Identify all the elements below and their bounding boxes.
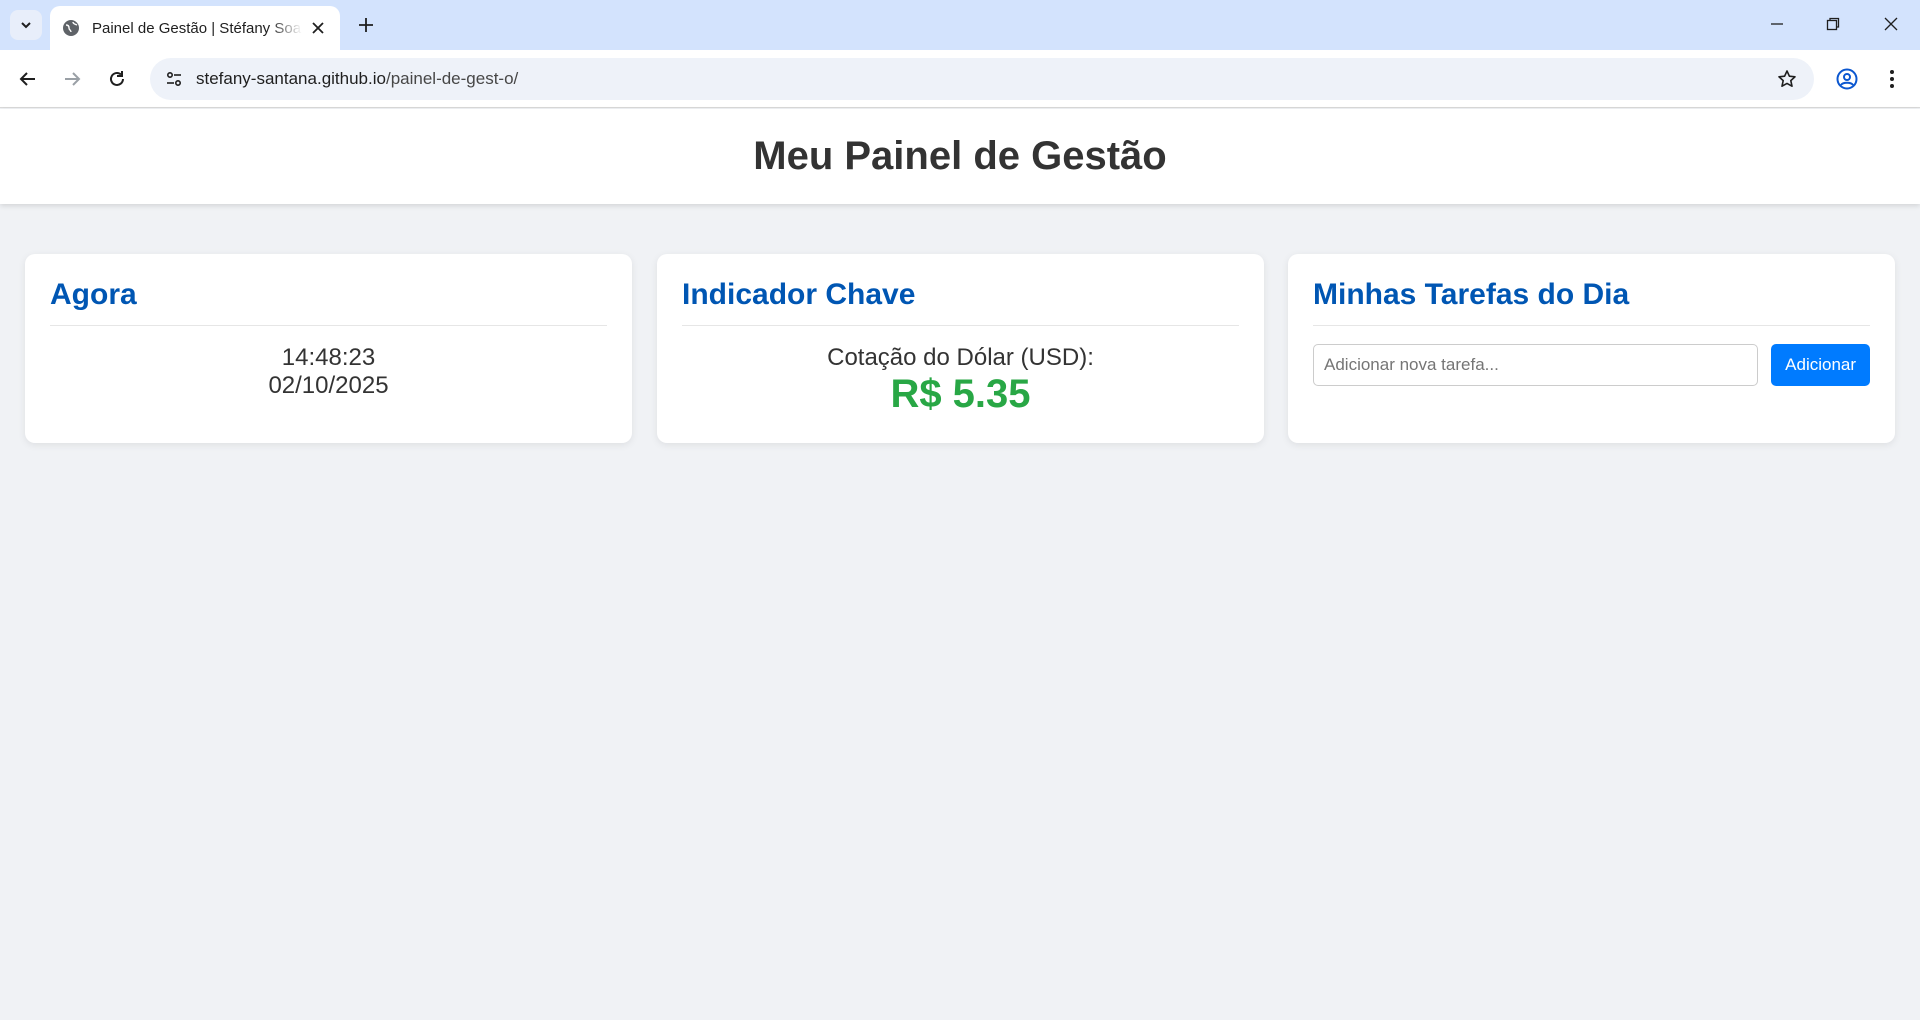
minimize-icon xyxy=(1771,23,1783,25)
url-text: stefany-santana.github.io/painel-de-gest… xyxy=(196,69,518,89)
new-task-input[interactable] xyxy=(1313,344,1759,386)
dollar-label: Cotação do Dólar (USD): xyxy=(827,344,1094,371)
address-bar[interactable]: stefany-santana.github.io/painel-de-gest… xyxy=(150,58,1814,100)
url-host: stefany-santana.github.io xyxy=(196,69,386,88)
dollar-value: R$ 5.35 xyxy=(890,372,1031,416)
tab-search-button[interactable] xyxy=(10,10,42,40)
clock-display: 14:48:23 02/10/2025 xyxy=(50,344,607,400)
page-header: Meu Painel de Gestão xyxy=(0,109,1920,204)
indicator-card-title: Indicador Chave xyxy=(682,278,1239,326)
restore-icon xyxy=(1826,17,1840,31)
plus-icon xyxy=(359,18,373,32)
task-form: Adicionar xyxy=(1313,344,1870,386)
url-path: /painel-de-gest-o/ xyxy=(385,69,519,88)
back-button[interactable] xyxy=(12,63,44,95)
current-date: 02/10/2025 xyxy=(268,372,389,399)
new-tab-button[interactable] xyxy=(353,12,379,38)
account-button[interactable] xyxy=(1831,63,1863,95)
site-info-icon[interactable] xyxy=(160,65,188,93)
indicator-card: Indicador Chave Cotação do Dólar (USD): … xyxy=(657,254,1264,443)
close-window-button[interactable] xyxy=(1868,6,1914,42)
tab-title: Painel de Gestão | Stéfany Soares xyxy=(92,19,302,37)
browser-toolbar: stefany-santana.github.io/painel-de-gest… xyxy=(0,50,1920,108)
add-task-button[interactable]: Adicionar xyxy=(1771,344,1870,386)
tasks-card: Minhas Tarefas do Dia Adicionar xyxy=(1288,254,1895,443)
browser-tab-bar: Painel de Gestão | Stéfany Soares xyxy=(0,0,1920,50)
reload-button[interactable] xyxy=(101,63,133,95)
forward-icon xyxy=(65,72,81,86)
page-title: Meu Painel de Gestão xyxy=(753,134,1167,178)
clock-card-title: Agora xyxy=(50,278,607,326)
minimize-button[interactable] xyxy=(1754,6,1800,42)
more-icon xyxy=(1890,70,1894,88)
tasks-card-title: Minhas Tarefas do Dia xyxy=(1313,278,1870,326)
more-button[interactable] xyxy=(1876,63,1908,95)
chevron-down-icon xyxy=(21,22,31,29)
close-icon xyxy=(1884,17,1898,31)
forward-button[interactable] xyxy=(56,63,88,95)
clock-card: Agora 14:48:23 02/10/2025 xyxy=(25,254,632,443)
indicator-display: Cotação do Dólar (USD): R$ 5.35 xyxy=(682,344,1239,416)
current-time: 14:48:23 xyxy=(281,344,376,371)
back-icon xyxy=(19,72,35,86)
account-icon xyxy=(1836,68,1858,90)
star-icon[interactable] xyxy=(1774,66,1800,92)
browser-tab[interactable]: Painel de Gestão | Stéfany Soares xyxy=(50,6,340,50)
close-icon[interactable] xyxy=(308,18,328,38)
restore-button[interactable] xyxy=(1810,6,1856,42)
globe-icon xyxy=(62,19,80,37)
reload-icon xyxy=(110,71,124,86)
